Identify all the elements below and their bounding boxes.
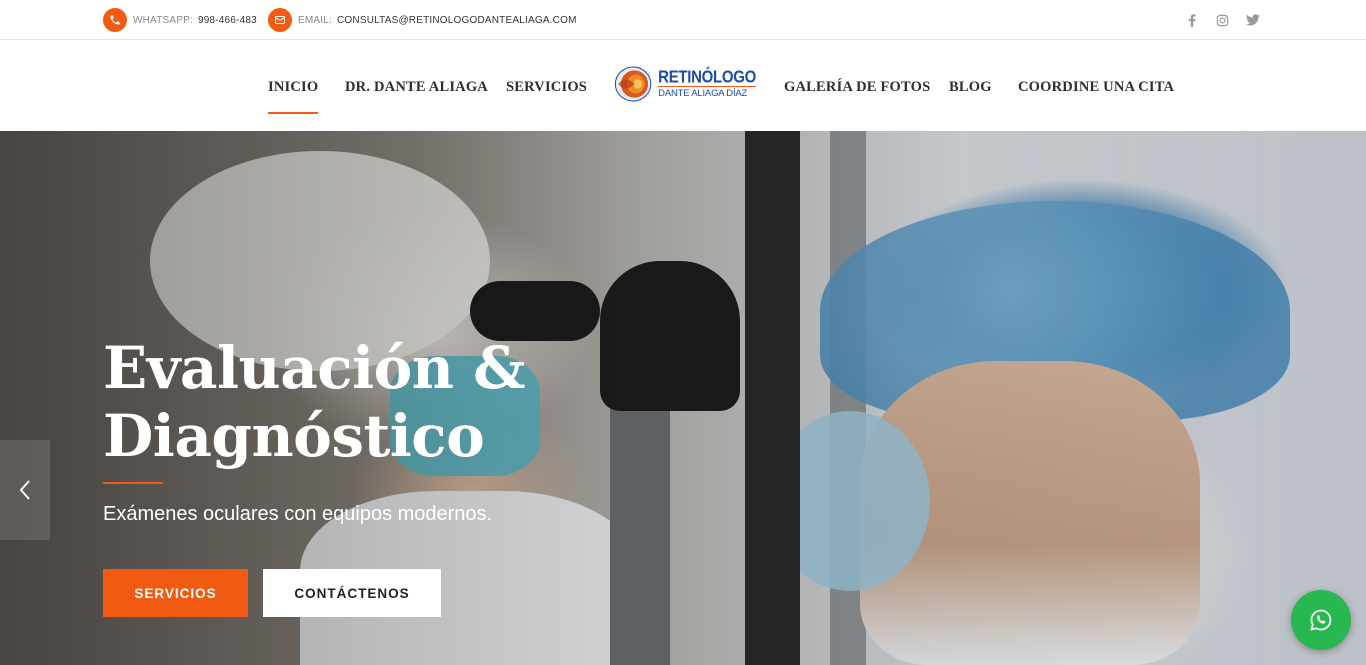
main-header: INICIO DR. DANTE ALIAGA SERVICIOS RETINÓ… — [0, 41, 1366, 131]
email-label: EMAIL: — [298, 14, 332, 26]
nav-blog[interactable]: BLOG — [949, 79, 992, 96]
hero-divider — [103, 482, 163, 484]
chevron-left-icon — [19, 480, 30, 500]
logo-title: RETINÓLOGO — [658, 67, 756, 88]
whatsapp-icon — [1310, 609, 1332, 631]
nav-coordine-una-cita[interactable]: COORDINE UNA CITA — [1018, 79, 1174, 96]
site-logo[interactable]: RETINÓLOGO DANTE ALIAGA DÍAZ — [614, 57, 756, 111]
instagram-icon[interactable] — [1214, 12, 1230, 28]
nav-dr-dante-aliaga[interactable]: DR. DANTE ALIAGA — [345, 79, 488, 96]
contactenos-button[interactable]: CONTÁCTENOS — [263, 569, 441, 617]
nav-servicios[interactable]: SERVICIOS — [506, 79, 587, 96]
whatsapp-contact[interactable]: WHATSAPP: 998-466-483 — [103, 8, 257, 32]
eye-logo-icon — [614, 66, 652, 102]
slider-prev-button[interactable] — [0, 440, 50, 540]
hero-title-line-2: Diagnóstico — [103, 402, 485, 470]
hero-title-line-1: Evaluación & — [103, 334, 526, 402]
top-bar: WHATSAPP: 998-466-483 EMAIL: CONSULTAS@R… — [0, 0, 1366, 40]
nav-galeria-de-fotos[interactable]: GALERÍA DE FOTOS — [784, 79, 930, 96]
hero-subtitle: Exámenes oculares con equipos modernos. — [103, 503, 493, 525]
whatsapp-number[interactable]: 998-466-483 — [198, 15, 257, 26]
facebook-icon[interactable] — [1184, 12, 1200, 28]
nav-inicio[interactable]: INICIO — [268, 79, 319, 114]
hero-title: Evaluación & Diagnóstico — [103, 334, 623, 470]
envelope-icon — [268, 8, 292, 32]
whatsapp-label: WHATSAPP: — [133, 14, 193, 26]
hero-slider: Evaluación & Diagnóstico Exámenes ocular… — [0, 131, 1366, 665]
email-address[interactable]: CONSULTAS@RETINOLOGODANTEALIAGA.COM — [337, 15, 577, 26]
whatsapp-float-button[interactable] — [1291, 590, 1351, 650]
servicios-button[interactable]: SERVICIOS — [103, 569, 248, 617]
logo-subtitle: DANTE ALIAGA DÍAZ — [658, 86, 756, 99]
phone-icon — [103, 8, 127, 32]
twitter-icon[interactable] — [1245, 12, 1261, 28]
email-contact[interactable]: EMAIL: CONSULTAS@RETINOLOGODANTEALIAGA.C… — [268, 8, 577, 32]
